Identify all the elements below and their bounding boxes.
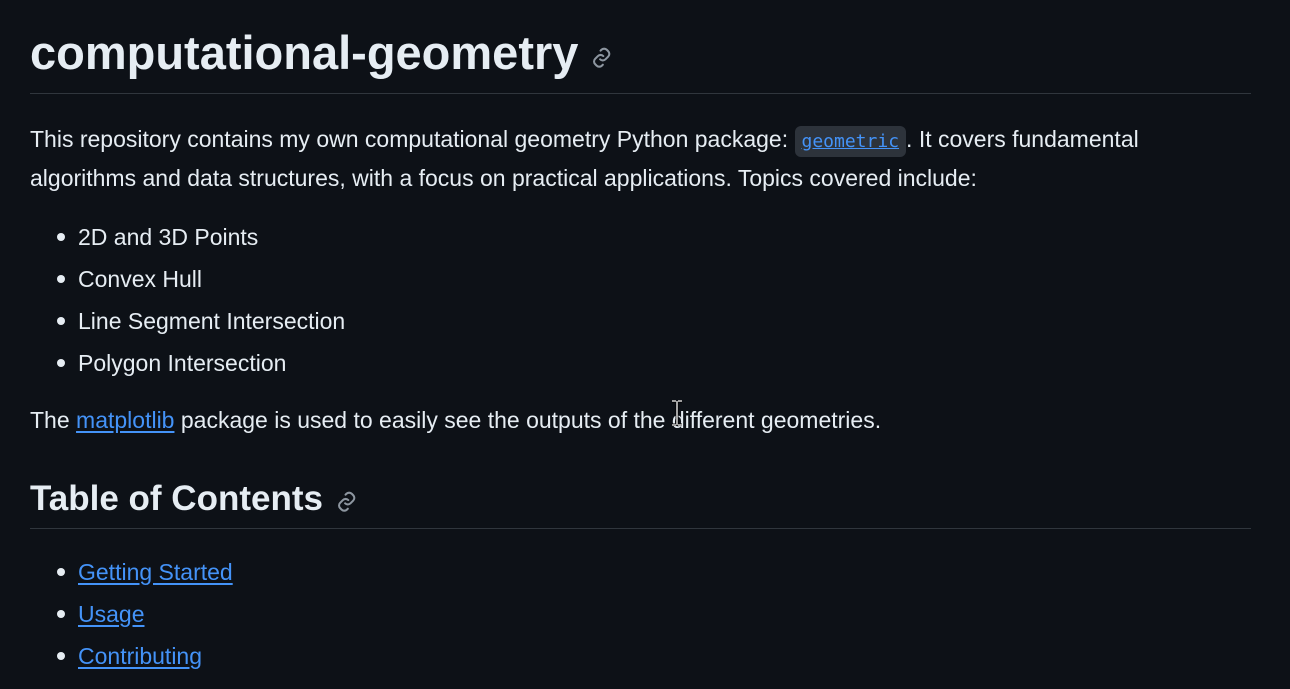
toc-heading-text: Table of Contents — [30, 479, 323, 518]
toc-heading: Table of Contents — [30, 476, 1251, 529]
intro-text-start: This repository contains my own computat… — [30, 126, 795, 152]
package-code: geometric — [794, 126, 907, 157]
list-item: Line Segment Intersection — [57, 300, 1251, 342]
list-item: Convex Hull — [57, 258, 1251, 300]
outro-paragraph: The matplotlib package is used to easily… — [30, 402, 1251, 439]
toc-item: Contributing — [57, 635, 1251, 677]
page-title: computational-geometry — [30, 0, 1251, 94]
readme-content: computational-geometry This repository c… — [30, 0, 1251, 677]
toc-link-usage[interactable]: Usage — [78, 601, 144, 627]
outro-text-start: The — [30, 407, 77, 433]
link-icon[interactable] — [590, 46, 612, 68]
list-item: 2D and 3D Points — [57, 216, 1251, 258]
intro-paragraph: This repository contains my own computat… — [30, 121, 1251, 197]
link-icon[interactable] — [335, 490, 357, 512]
outro-text-end: package is used to easily see the output… — [174, 407, 882, 433]
matplotlib-link[interactable]: matplotlib — [76, 407, 174, 433]
package-link[interactable]: geometric — [802, 131, 900, 152]
page-title-text: computational-geometry — [30, 26, 579, 79]
toc-link-getting-started[interactable]: Getting Started — [78, 559, 233, 585]
toc-item: Usage — [57, 593, 1251, 635]
topics-list: 2D and 3D Points Convex Hull Line Segmen… — [30, 216, 1251, 384]
text-cursor-icon — [670, 399, 684, 427]
toc-item: Getting Started — [57, 551, 1251, 593]
list-item: Polygon Intersection — [57, 342, 1251, 384]
toc-list: Getting Started Usage Contributing — [30, 551, 1251, 677]
toc-link-contributing[interactable]: Contributing — [78, 643, 202, 669]
